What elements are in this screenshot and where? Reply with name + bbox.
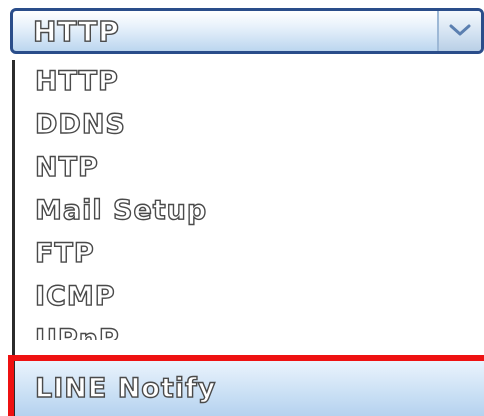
chevron-down-icon[interactable] bbox=[437, 11, 481, 51]
dropdown-screenshot: HTTP HTTP DDNS NTP Mail Setup FTP ICMP U… bbox=[0, 0, 484, 416]
select-selected-value: HTTP bbox=[32, 14, 120, 48]
option-ddns[interactable]: DDNS bbox=[15, 103, 484, 146]
option-ntp[interactable]: NTP bbox=[15, 146, 484, 189]
option-http[interactable]: HTTP bbox=[15, 60, 484, 103]
protocol-select[interactable]: HTTP bbox=[10, 8, 484, 54]
option-upnp[interactable]: UPnP bbox=[15, 318, 484, 340]
option-mail-setup[interactable]: Mail Setup bbox=[15, 189, 484, 232]
dropdown-list: HTTP DDNS NTP Mail Setup FTP ICMP UPnP L… bbox=[12, 60, 484, 416]
option-icmp[interactable]: ICMP bbox=[15, 275, 484, 318]
option-ftp[interactable]: FTP bbox=[15, 232, 484, 275]
option-line-notify[interactable]: LINE Notify bbox=[15, 361, 484, 416]
